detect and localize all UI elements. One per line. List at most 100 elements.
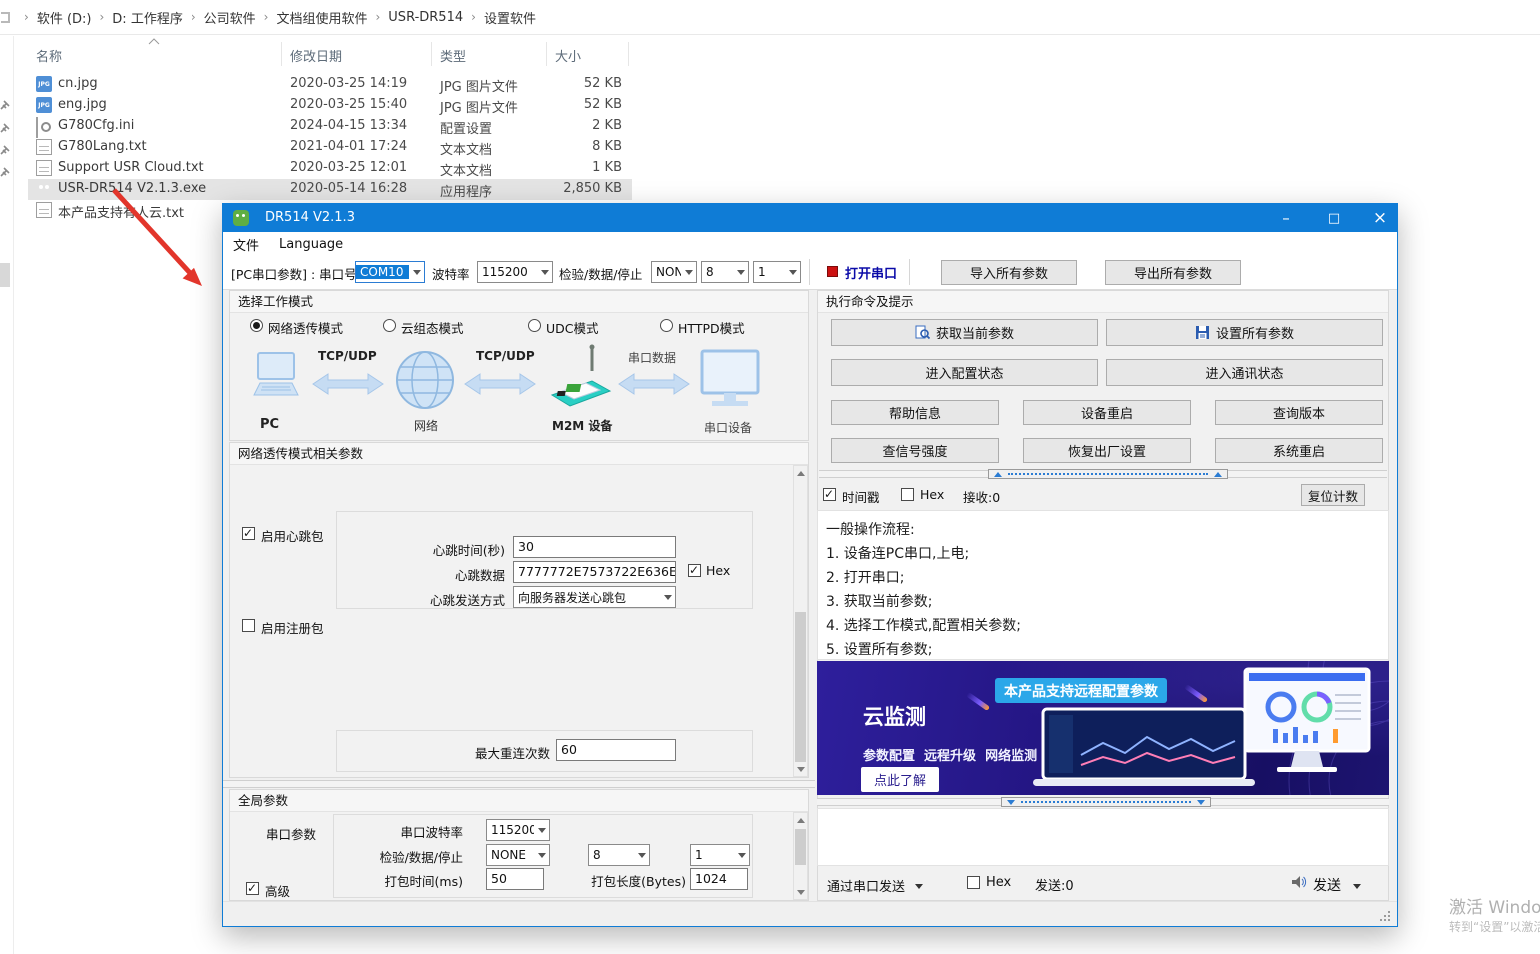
enter-comm-button[interactable]: 进入通讯状态 (1106, 359, 1383, 386)
parity-select[interactable]: NONI (651, 261, 697, 283)
global-baud-select[interactable]: 115200 (486, 819, 550, 841)
global-databits-select[interactable]: 8 (588, 844, 650, 866)
breadcrumb-item[interactable]: USR-DR514 (388, 10, 463, 25)
com-port-select[interactable]: COM10 (355, 261, 425, 283)
chevron-down-icon[interactable] (537, 262, 552, 282)
splitter-handle[interactable] (988, 469, 1228, 479)
enter-config-button[interactable]: 进入配置状态 (831, 359, 1098, 386)
send-hex-label[interactable]: Hex (986, 875, 1011, 890)
hb-data-input[interactable]: 7777772E7573722E636E (513, 561, 676, 583)
register-checkbox[interactable] (242, 619, 255, 632)
radio-net-transparent[interactable] (250, 319, 263, 332)
column-header-name[interactable]: 名称 (36, 46, 62, 65)
table-row[interactable]: G780Cfg.ini 2024-04-15 13:34 配置设置 2 KB (28, 116, 632, 137)
column-header-size[interactable]: 大小 (555, 46, 581, 65)
chevron-down-icon[interactable] (915, 884, 923, 893)
pack-time-input[interactable]: 50 (486, 868, 544, 890)
help-info-button[interactable]: 帮助信息 (831, 400, 999, 425)
reconnect-input[interactable]: 60 (556, 739, 676, 761)
scrollbar-thumb[interactable] (795, 612, 806, 762)
hb-time-input[interactable]: 30 (513, 536, 676, 558)
table-row[interactable]: JPG eng.jpg 2020-03-25 15:40 JPG 图片文件 52… (28, 95, 632, 116)
menu-language[interactable]: Language (269, 237, 353, 252)
breadcrumb-item[interactable]: 软件 (D:) (37, 8, 92, 27)
advanced-checkbox[interactable] (246, 882, 259, 895)
scroll-up-icon[interactable] (794, 466, 807, 480)
reset-count-button[interactable]: 复位计数 (1301, 484, 1365, 506)
radio-label[interactable]: 网络透传模式 (268, 318, 343, 337)
column-header-date[interactable]: 修改日期 (290, 46, 342, 65)
collapse-up-icon[interactable] (1214, 468, 1222, 477)
databits-select[interactable]: 8 (701, 261, 749, 283)
factory-reset-button[interactable]: 恢复出厂设置 (1023, 438, 1191, 463)
chevron-down-icon[interactable] (409, 262, 424, 282)
scroll-up-icon[interactable] (794, 813, 807, 827)
get-params-button[interactable]: 获取当前参数 (831, 319, 1098, 346)
column-divider[interactable] (431, 42, 432, 66)
left-splitter[interactable] (223, 780, 815, 788)
hb-hex-checkbox[interactable] (688, 564, 701, 577)
table-row[interactable]: G780Lang.txt 2021-04-01 17:24 文本文档 8 KB (28, 137, 632, 158)
baud-select[interactable]: 115200 (477, 261, 553, 283)
radio-cloud-scada[interactable] (383, 319, 396, 332)
radio-label[interactable]: HTTPD模式 (678, 318, 745, 337)
breadcrumb-item[interactable]: 设置软件 (484, 8, 536, 27)
column-divider[interactable] (546, 42, 547, 66)
menu-file[interactable]: 文件 (223, 235, 269, 254)
query-version-button[interactable]: 查询版本 (1215, 400, 1383, 425)
import-params-button[interactable]: 导入所有参数 (941, 260, 1077, 285)
radio-label[interactable]: UDC模式 (546, 318, 599, 337)
scroll-down-icon[interactable] (794, 762, 807, 776)
column-header-type[interactable]: 类型 (440, 46, 466, 65)
advanced-label[interactable]: 高级 (265, 881, 290, 900)
timestamp-label[interactable]: 时间戳 (842, 487, 880, 506)
minimize-button[interactable]: – (1269, 204, 1303, 232)
export-params-button[interactable]: 导出所有参数 (1105, 260, 1241, 285)
receive-textarea[interactable]: 一般操作流程: 1. 设备连PC串口,上电; 2. 打开串口; 3. 获取当前参… (817, 510, 1389, 660)
send-button[interactable]: 发送 (1313, 875, 1341, 895)
collapse-up-icon[interactable] (994, 468, 1002, 477)
speaker-icon[interactable] (1291, 874, 1307, 890)
breadcrumb-item[interactable]: 公司软件 (204, 8, 256, 27)
global-params-scrollbar[interactable] (793, 812, 808, 900)
radio-udc[interactable] (528, 319, 541, 332)
banner-cta-button[interactable]: 点此了解 (861, 767, 939, 792)
hb-hex-label[interactable]: Hex (706, 563, 730, 578)
stopbits-select[interactable]: 1 (753, 261, 801, 283)
device-restart-button[interactable]: 设备重启 (1023, 400, 1191, 425)
breadcrumb-item[interactable]: D: 工作程序 (112, 8, 183, 27)
navpane-scrollbar-thumb[interactable] (0, 263, 10, 287)
splitter-handle[interactable] (1001, 797, 1211, 807)
system-restart-button[interactable]: 系统重启 (1215, 438, 1383, 463)
timestamp-checkbox[interactable] (823, 488, 836, 501)
send-textarea[interactable] (817, 808, 1389, 866)
chevron-down-icon[interactable] (734, 845, 749, 865)
global-stopbits-select[interactable]: 1 (690, 844, 750, 866)
open-port-button[interactable]: 打开串口 (845, 263, 897, 282)
scrollbar-thumb[interactable] (795, 829, 806, 865)
column-divider[interactable] (628, 42, 629, 66)
heartbeat-checkbox[interactable] (242, 527, 255, 540)
hb-mode-select[interactable]: 向服务器发送心跳包 (513, 586, 676, 608)
heartbeat-label[interactable]: 启用心跳包 (261, 526, 324, 545)
pack-len-input[interactable]: 1024 (690, 868, 748, 890)
send-via-dropdown[interactable]: 通过串口发送 (827, 876, 905, 895)
promo-banner[interactable]: 本产品支持远程配置参数 云监测 参数配置 远程升级 网络监测 异常报警 点此了解 (817, 661, 1389, 795)
send-hex-checkbox[interactable] (967, 876, 980, 889)
chevron-down-icon[interactable] (534, 820, 549, 840)
close-button[interactable]: × (1363, 204, 1397, 232)
chevron-down-icon[interactable] (733, 262, 748, 282)
right-splitter-bottom[interactable] (817, 798, 1389, 806)
table-row[interactable]: Support USR Cloud.txt 2020-03-25 12:01 文… (28, 158, 632, 179)
radio-httpd[interactable] (660, 319, 673, 332)
radio-label[interactable]: 云组态模式 (401, 318, 464, 337)
right-splitter-top[interactable] (819, 470, 1387, 478)
chevron-down-icon[interactable] (534, 845, 549, 865)
register-label[interactable]: 启用注册包 (261, 618, 324, 637)
chevron-down-icon[interactable] (660, 587, 675, 607)
net-params-scrollbar[interactable] (793, 465, 808, 777)
chevron-down-icon[interactable] (681, 262, 696, 282)
maximize-button[interactable]: □ (1317, 204, 1351, 232)
recv-hex-checkbox[interactable] (901, 488, 914, 501)
set-params-button[interactable]: 设置所有参数 (1106, 319, 1383, 346)
